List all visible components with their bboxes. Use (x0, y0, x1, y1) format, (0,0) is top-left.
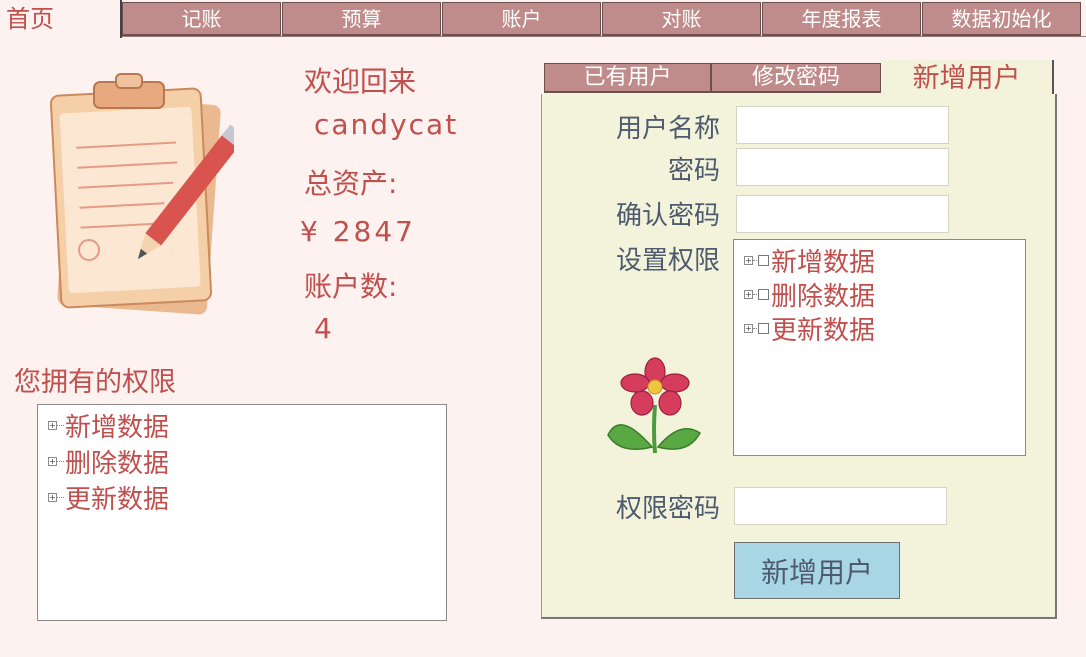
tree-connector (57, 460, 64, 462)
tree-node[interactable]: + 更新数据 (48, 481, 170, 515)
set-permissions-label: 设置权限 (615, 246, 720, 276)
tab-existing-users[interactable]: 已有用户 (544, 63, 711, 93)
nav-divider (122, 36, 1086, 37)
expand-icon[interactable]: + (48, 420, 57, 430)
permission-password-input[interactable] (734, 487, 947, 525)
username-display: candycat (314, 108, 459, 141)
tree-node-label: 新增数据 (65, 412, 170, 443)
total-assets-value: ¥ 2847 (300, 215, 416, 248)
confirm-password-label: 确认密码 (615, 201, 720, 231)
tree-connector (57, 496, 64, 498)
expand-icon[interactable]: + (48, 492, 57, 502)
user-management-tabs: 已有用户 修改密码 新增用户 (541, 60, 1057, 96)
welcome-greeting: 欢迎回来 (304, 65, 417, 98)
tree-node-label: 删除数据 (65, 448, 170, 479)
permission-checkbox[interactable] (758, 322, 769, 334)
my-permissions-title: 您拥有的权限 (14, 367, 176, 398)
expand-icon[interactable]: + (744, 289, 753, 299)
tree-node[interactable]: + 新增数据 (48, 409, 170, 443)
tab-accounts[interactable]: 账户 (442, 2, 601, 36)
tab-add-user[interactable]: 新增用户 (881, 60, 1054, 96)
total-assets-label: 总资产: (304, 167, 398, 200)
top-nav: 首页 记账 预算 账户 对账 年度报表 数据初始化 (0, 0, 1086, 38)
flower-icon (607, 357, 701, 454)
tab-change-password[interactable]: 修改密码 (711, 63, 881, 93)
tab-reconcile[interactable]: 对账 (602, 2, 761, 36)
permission-checkbox[interactable] (758, 254, 769, 266)
tab-bookkeeping[interactable]: 记账 (122, 2, 281, 36)
confirm-password-input[interactable] (736, 195, 949, 233)
account-count-label: 账户数: (304, 270, 398, 303)
add-user-button[interactable]: 新增用户 (734, 542, 900, 599)
tab-home[interactable]: 首页 (0, 0, 122, 38)
clipboard-pencil-icon (49, 73, 234, 315)
tree-connector (753, 327, 757, 329)
permission-option-label: 删除数据 (771, 281, 876, 312)
my-permissions-tree[interactable]: + 新增数据 + 删除数据 + 更新数据 (37, 404, 447, 621)
tree-connector (753, 293, 757, 295)
tree-node-label: 更新数据 (65, 484, 170, 515)
tree-node[interactable]: + 删除数据 (48, 445, 170, 479)
tab-data-init[interactable]: 数据初始化 (922, 2, 1081, 36)
expand-icon[interactable]: + (744, 323, 753, 333)
tree-connector (753, 259, 757, 261)
tree-connector (57, 424, 64, 426)
permission-option[interactable]: + 更新数据 (744, 312, 876, 346)
expand-icon[interactable]: + (744, 255, 753, 265)
password-label: 密码 (667, 156, 720, 186)
permission-option-label: 新增数据 (771, 247, 876, 278)
permissions-checklist[interactable]: + 新增数据 + 删除数据 + 更新数据 (733, 239, 1026, 456)
tab-annual-report[interactable]: 年度报表 (762, 2, 921, 36)
permission-option[interactable]: + 新增数据 (744, 244, 876, 278)
expand-icon[interactable]: + (48, 456, 57, 466)
tab-budget[interactable]: 预算 (282, 2, 441, 36)
permission-option-label: 更新数据 (771, 315, 876, 346)
permission-checkbox[interactable] (758, 288, 769, 300)
permission-option[interactable]: + 删除数据 (744, 278, 876, 312)
permission-password-label: 权限密码 (615, 494, 720, 524)
username-label: 用户名称 (615, 114, 720, 144)
password-input[interactable] (736, 148, 949, 186)
username-input[interactable] (736, 106, 949, 144)
account-count-value: 4 (314, 312, 332, 345)
